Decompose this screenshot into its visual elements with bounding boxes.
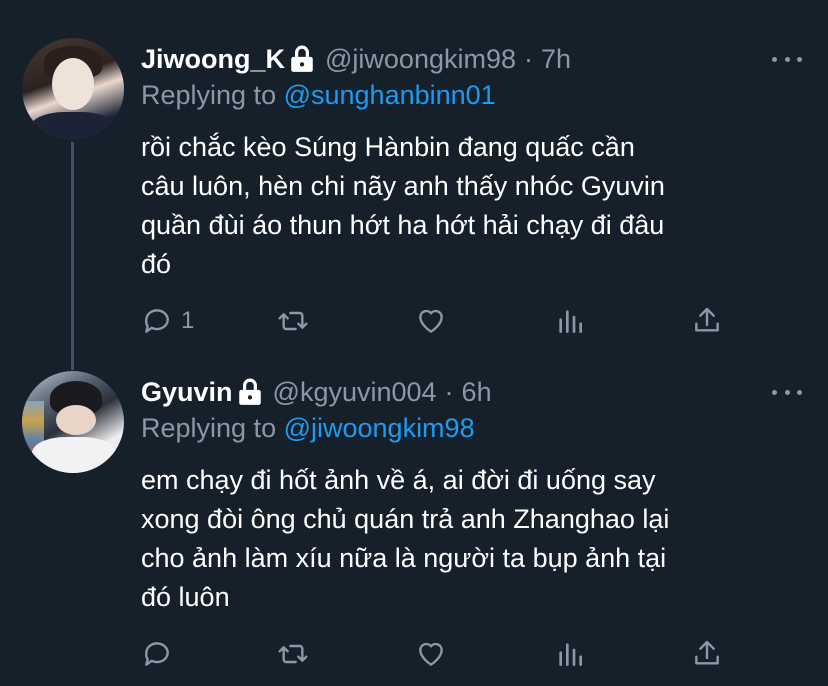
separator-dot: ·: [444, 376, 454, 407]
share-button[interactable]: [691, 305, 723, 337]
avatar-face: [56, 405, 96, 435]
display-name[interactable]: Gyuvin: [141, 377, 233, 408]
replying-to-line: Replying to @sunghanbinn01: [141, 80, 496, 111]
like-button[interactable]: [415, 305, 447, 337]
avatar-body: [30, 112, 116, 140]
analytics-icon: [559, 643, 582, 666]
tweet-actions: 1: [141, 305, 741, 339]
avatar[interactable]: [22, 371, 124, 473]
reply-button[interactable]: [141, 638, 181, 670]
replying-to-label: Replying to: [141, 80, 284, 110]
user-handle[interactable]: @kgyuvin004: [273, 377, 437, 408]
like-button[interactable]: [415, 638, 447, 670]
separator-dot: ·: [524, 43, 534, 74]
lock-icon: [289, 45, 315, 73]
avatar-background: [22, 401, 44, 461]
share-icon: [695, 640, 719, 665]
reply-icon: [144, 309, 169, 333]
replying-to-mention[interactable]: @jiwoongkim98: [284, 413, 475, 443]
user-handle[interactable]: @jiwoongkim98: [325, 44, 516, 75]
more-options-icon[interactable]: [772, 52, 802, 66]
tweet-header: Gyuvin @kgyuvin004 · 6h: [141, 374, 492, 410]
more-options-icon[interactable]: [772, 385, 802, 399]
avatar-hair: [50, 381, 102, 415]
reply-count: 1: [181, 307, 195, 334]
tweet-header: Jiwoong_K @jiwoongkim98 · 7h: [141, 41, 571, 77]
timestamp[interactable]: 7h: [541, 44, 571, 75]
reply-icon: [144, 642, 169, 666]
like-icon: [419, 309, 443, 333]
display-name[interactable]: Jiwoong_K: [141, 44, 285, 75]
retweet-button[interactable]: [277, 638, 309, 670]
analytics-icon: [559, 310, 582, 333]
retweet-icon: [278, 311, 308, 331]
replying-to-mention[interactable]: @sunghanbinn01: [284, 80, 496, 110]
tweet-text: em chạy đi hốt ảnh về á, ai đời đi uống …: [141, 465, 670, 612]
avatar-face: [52, 58, 94, 110]
analytics-button[interactable]: [554, 638, 586, 670]
analytics-button[interactable]: [554, 305, 586, 337]
tweet-text: rồi chắc kèo Súng Hànbin đang quấc cần c…: [141, 132, 665, 279]
avatar[interactable]: [22, 38, 124, 140]
retweet-icon: [278, 644, 308, 664]
timestamp[interactable]: 6h: [462, 377, 492, 408]
tweet[interactable]: Jiwoong_K @jiwoongkim98 · 7h Replying to…: [0, 0, 828, 370]
share-button[interactable]: [691, 638, 723, 670]
tweet-actions: [141, 638, 741, 672]
reply-button[interactable]: 1: [141, 305, 194, 337]
replying-to-line: Replying to @jiwoongkim98: [141, 413, 475, 444]
replying-to-label: Replying to: [141, 413, 284, 443]
lock-icon: [237, 378, 263, 406]
retweet-button[interactable]: [277, 305, 309, 337]
like-icon: [419, 642, 443, 666]
avatar-body: [32, 437, 116, 473]
share-icon: [695, 307, 719, 332]
